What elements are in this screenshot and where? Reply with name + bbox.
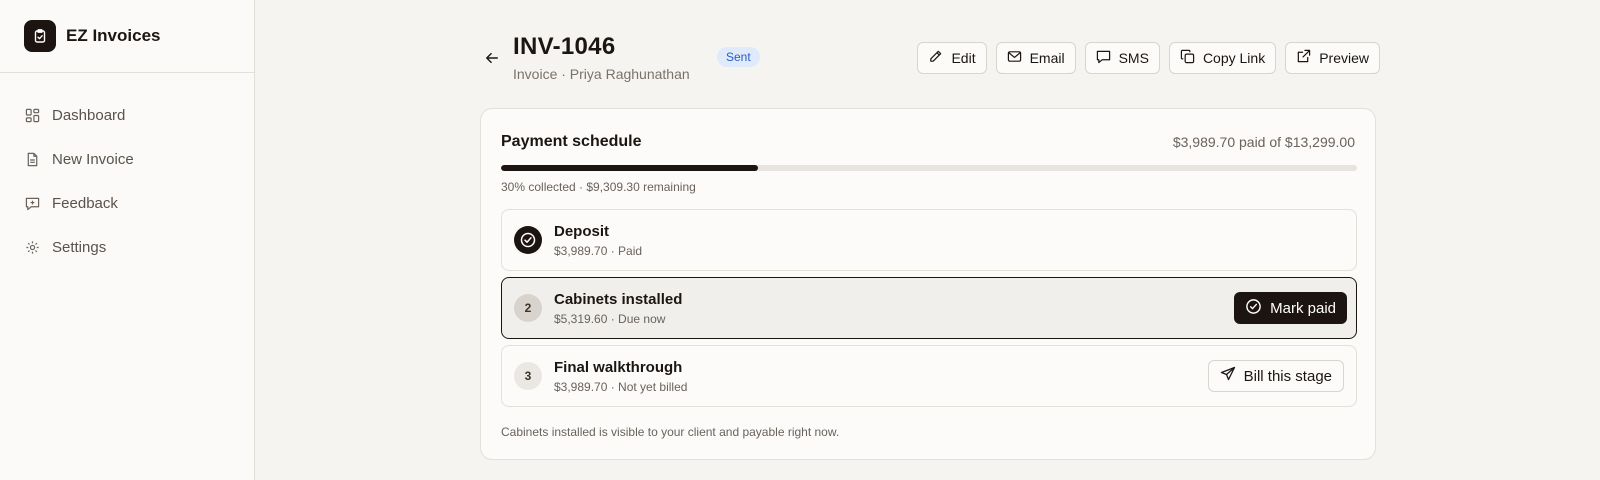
- mark-paid-button[interactable]: Mark paid: [1234, 292, 1347, 324]
- send-icon: [1220, 366, 1236, 386]
- payment-schedule-card: Payment schedule $3,989.70 paid of $13,2…: [480, 108, 1376, 460]
- copy-icon: [1180, 49, 1195, 67]
- copy-link-button[interactable]: Copy Link: [1168, 42, 1277, 74]
- app-name: EZ Invoices: [66, 26, 161, 45]
- stage-row-cabinets: 2 Cabinets installed $5,319.60 · Due now…: [501, 277, 1357, 339]
- stage-row-deposit: Deposit $3,989.70 · Paid: [501, 209, 1357, 271]
- schedule-footnote: Cabinets installed is visible to your cl…: [501, 425, 840, 439]
- sidebar-item-label: Settings: [52, 238, 107, 256]
- bill-stage-label: Bill this stage: [1243, 367, 1332, 385]
- sms-button[interactable]: SMS: [1084, 42, 1160, 74]
- header-actions: Edit Email SMS Copy Link Preview: [917, 42, 1380, 74]
- status-badge: Sent: [717, 47, 760, 67]
- stage-meta: $3,989.70 · Paid: [554, 244, 643, 258]
- stage-name: Cabinets installed: [554, 291, 683, 308]
- sidebar-item-settings[interactable]: Settings: [0, 225, 254, 269]
- main-content: INV-1046 Invoice · Priya Raghunathan Sen…: [255, 0, 1600, 480]
- check-circle-icon: [1245, 298, 1262, 319]
- email-button[interactable]: Email: [995, 42, 1076, 74]
- sidebar-item-label: Dashboard: [52, 106, 126, 124]
- sms-button-label: SMS: [1118, 50, 1149, 66]
- sidebar-item-new-invoice[interactable]: New Invoice: [0, 137, 254, 181]
- card-title: Payment schedule: [501, 133, 642, 150]
- sidebar-item-label: Feedback: [52, 194, 118, 212]
- stage-meta: $5,319.60 · Due now: [554, 312, 666, 326]
- gear-icon: [24, 239, 40, 255]
- external-link-icon: [1296, 49, 1311, 67]
- sidebar-item-feedback[interactable]: Feedback: [0, 181, 254, 225]
- stage-name: Deposit: [554, 223, 610, 240]
- edit-button[interactable]: Edit: [917, 42, 987, 74]
- check-circle-icon: [514, 226, 542, 254]
- invoice-header: INV-1046 Invoice · Priya Raghunathan Sen…: [480, 30, 1380, 90]
- email-button-label: Email: [1029, 50, 1065, 66]
- paid-total: $3,989.70 paid of $13,299.00: [1172, 134, 1355, 150]
- invoice-subtitle: Invoice · Priya Raghunathan: [513, 66, 690, 82]
- clipboard-icon: [24, 20, 56, 52]
- mail-icon: [1007, 49, 1022, 67]
- sidebar-item-dashboard[interactable]: Dashboard: [0, 93, 254, 137]
- brand[interactable]: EZ Invoices: [0, 0, 254, 73]
- page-title: INV-1046: [513, 33, 616, 60]
- mark-paid-label: Mark paid: [1270, 299, 1336, 317]
- progress-summary: 30% collected · $9,309.30 remaining: [501, 180, 696, 194]
- back-arrow-icon[interactable]: [480, 46, 504, 70]
- dashboard-icon: [24, 107, 40, 123]
- sidebar-nav: Dashboard New Invoice Feedback Settings: [0, 73, 254, 269]
- feedback-icon: [24, 195, 40, 211]
- copy-link-button-label: Copy Link: [1202, 50, 1266, 66]
- sidebar: EZ Invoices Dashboard New Invoice Feedba…: [0, 0, 255, 480]
- preview-button-label: Preview: [1319, 50, 1369, 66]
- document-icon: [24, 151, 40, 167]
- edit-button-label: Edit: [951, 50, 976, 66]
- stage-row-final: 3 Final walkthrough $3,989.70 · Not yet …: [501, 345, 1357, 407]
- stage-number: 2: [514, 294, 542, 322]
- stage-number: 3: [514, 362, 542, 390]
- sidebar-item-label: New Invoice: [52, 150, 134, 168]
- pencil-icon: [928, 49, 943, 67]
- preview-button[interactable]: Preview: [1285, 42, 1380, 74]
- progress-fill: [501, 165, 758, 171]
- bill-stage-button[interactable]: Bill this stage: [1207, 360, 1344, 392]
- stage-meta: $3,989.70 · Not yet billed: [554, 380, 688, 394]
- progress-bar: [501, 165, 1357, 171]
- message-icon: [1096, 49, 1111, 67]
- stage-name: Final walkthrough: [554, 359, 683, 376]
